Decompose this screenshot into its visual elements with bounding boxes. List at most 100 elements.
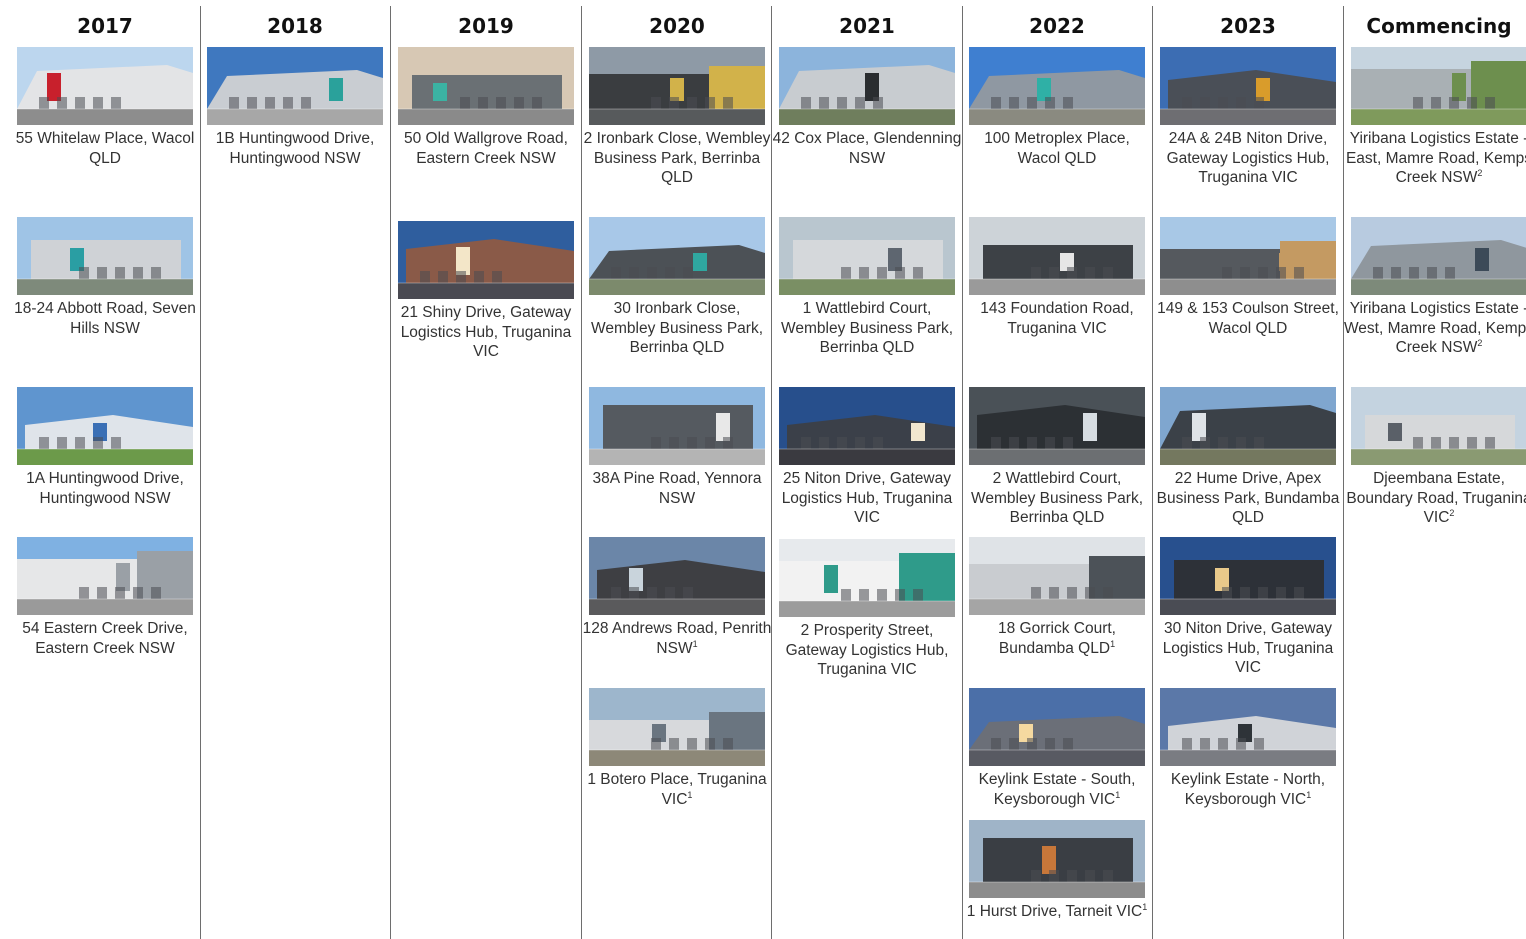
property-address: Keylink Estate - North, Keysborough VIC xyxy=(1170,771,1326,808)
property-photo xyxy=(589,387,765,465)
property-caption: Keylink Estate - South, Keysborough VIC1 xyxy=(961,770,1153,809)
property-address: 50 Old Wallgrove Road, Eastern Creek NSW xyxy=(404,130,568,167)
property-photo xyxy=(1351,217,1526,295)
property-photo xyxy=(779,539,955,617)
property-address: 1 Botero Place, Truganina VIC xyxy=(587,771,767,808)
footnote-marker: 1 xyxy=(1110,638,1116,649)
property-photo-frame xyxy=(589,688,765,766)
property-photo-frame xyxy=(779,47,955,125)
property-address: 1 Wattlebird Court, Wembley Business Par… xyxy=(781,300,953,357)
property-address: 1 Hurst Drive, Tarneit VIC xyxy=(966,903,1143,920)
footnote-marker: 1 xyxy=(1115,789,1121,800)
property-photo xyxy=(1351,47,1526,125)
property-photo xyxy=(779,217,955,295)
property-photo-frame xyxy=(1160,537,1336,615)
year-heading: 2023 xyxy=(1220,14,1276,38)
property-address: 25 Niton Drive, Gateway Logistics Hub, T… xyxy=(781,470,953,527)
year-column-2018: 2018 1B Huntingwood Drive, Huntingwood NS… xyxy=(207,0,383,939)
property-caption: Yiribana Logistics Estate - West, Mamre … xyxy=(1343,299,1526,358)
property-photo xyxy=(969,387,1145,465)
property-caption: 143 Foundation Road, Truganina VIC xyxy=(961,299,1153,338)
year-heading: 2021 xyxy=(839,14,895,38)
property-address: 143 Foundation Road, Truganina VIC xyxy=(980,300,1134,337)
property-photo xyxy=(1160,537,1336,615)
property-caption: 55 Whitelaw Place, Wacol QLD xyxy=(9,129,201,168)
property-photo xyxy=(398,221,574,299)
property-caption: 30 Ironbark Close, Wembley Business Park… xyxy=(581,299,773,358)
property-caption: 18-24 Abbott Road, Seven Hills NSW xyxy=(9,299,201,338)
property-photo xyxy=(969,217,1145,295)
property-address: Djeembana Estate, Boundary Road, Trugani… xyxy=(1346,470,1526,527)
property-address: 128 Andrews Road, Penrith NSW xyxy=(582,620,772,657)
property-photo-frame xyxy=(779,217,955,295)
property-photo-frame xyxy=(398,47,574,125)
property-caption: 100 Metroplex Place, Wacol QLD xyxy=(961,129,1153,168)
development-timeline: 2017 55 Whitelaw Place, Wacol QLD 18-24 Ab… xyxy=(0,0,1526,939)
property-photo-frame xyxy=(17,537,193,615)
property-photo xyxy=(1160,387,1336,465)
property-caption: 24A & 24B Niton Drive, Gateway Logistics… xyxy=(1152,129,1344,188)
property-photo xyxy=(17,387,193,465)
property-photo xyxy=(1160,47,1336,125)
property-photo-frame xyxy=(969,387,1145,465)
property-photo-frame xyxy=(1160,47,1336,125)
property-photo-frame xyxy=(1160,217,1336,295)
property-caption: 1A Huntingwood Drive, Huntingwood NSW xyxy=(9,469,201,508)
property-address: 22 Hume Drive, Apex Business Park, Bunda… xyxy=(1156,470,1340,527)
property-caption: 54 Eastern Creek Drive, Eastern Creek NS… xyxy=(9,619,201,658)
property-address: Yiribana Logistics Estate - West, Mamre … xyxy=(1343,300,1526,357)
property-caption: 38A Pine Road, Yennora NSW xyxy=(581,469,773,508)
property-photo xyxy=(589,688,765,766)
property-photo xyxy=(969,688,1145,766)
property-caption: 149 & 153 Coulson Street, Wacol QLD xyxy=(1152,299,1344,338)
footnote-marker: 1 xyxy=(687,789,693,800)
property-photo-frame xyxy=(398,221,574,299)
property-address: 1B Huntingwood Drive, Huntingwood NSW xyxy=(215,130,375,167)
year-heading: 2022 xyxy=(1029,14,1085,38)
property-address: 30 Niton Drive, Gateway Logistics Hub, T… xyxy=(1162,620,1334,677)
property-caption: 1 Wattlebird Court, Wembley Business Par… xyxy=(771,299,963,358)
property-caption: 2 Wattlebird Court, Wembley Business Par… xyxy=(961,469,1153,528)
year-heading: Commencing xyxy=(1366,14,1512,38)
year-heading: 2018 xyxy=(267,14,323,38)
property-photo xyxy=(779,387,955,465)
property-caption: 22 Hume Drive, Apex Business Park, Bunda… xyxy=(1152,469,1344,528)
property-photo-frame xyxy=(1351,387,1526,465)
year-column-commencing: Commencing Yiribana Logistics Estate - Ea… xyxy=(1344,0,1526,939)
property-photo-frame xyxy=(589,387,765,465)
property-photo-frame xyxy=(589,537,765,615)
property-caption: 21 Shiny Drive, Gateway Logistics Hub, T… xyxy=(390,303,582,362)
footnote-marker: 1 xyxy=(692,638,698,649)
property-photo-frame xyxy=(779,539,955,617)
year-heading: 2017 xyxy=(77,14,133,38)
property-address: 18-24 Abbott Road, Seven Hills NSW xyxy=(14,300,196,337)
footnote-marker: 1 xyxy=(1306,789,1312,800)
footnote-marker: 2 xyxy=(1477,168,1483,179)
property-address: 18 Gorrick Court, Bundamba QLD xyxy=(997,620,1116,657)
property-photo-frame xyxy=(969,47,1145,125)
property-caption: 128 Andrews Road, Penrith NSW1 xyxy=(581,619,773,658)
property-photo xyxy=(398,47,574,125)
property-caption: 42 Cox Place, Glendenning NSW xyxy=(771,129,963,168)
property-photo xyxy=(17,537,193,615)
property-photo xyxy=(1160,688,1336,766)
property-photo xyxy=(207,47,383,125)
property-photo-frame xyxy=(207,47,383,125)
property-photo-frame xyxy=(1351,47,1526,125)
property-caption: 1 Hurst Drive, Tarneit VIC1 xyxy=(961,902,1153,922)
year-column-2021: 2021 42 Cox Place, Glendenning NSW 1 Wattl… xyxy=(773,0,962,939)
property-photo-frame xyxy=(969,537,1145,615)
property-address: 21 Shiny Drive, Gateway Logistics Hub, T… xyxy=(400,304,572,361)
property-address: Keylink Estate - South, Keysborough VIC xyxy=(978,771,1136,808)
property-photo xyxy=(589,47,765,125)
property-address: 100 Metroplex Place, Wacol QLD xyxy=(984,130,1130,167)
year-column-2023: 2023 24A & 24B Niton Drive, Gateway Logis… xyxy=(1157,0,1340,939)
property-photo xyxy=(17,217,193,295)
property-address: Yiribana Logistics Estate - East, Mamre … xyxy=(1345,130,1526,187)
property-photo xyxy=(969,47,1145,125)
property-photo xyxy=(969,820,1145,898)
property-address: 1A Huntingwood Drive, Huntingwood NSW xyxy=(26,470,184,507)
property-caption: Keylink Estate - North, Keysborough VIC1 xyxy=(1152,770,1344,809)
property-photo-frame xyxy=(779,387,955,465)
property-caption: 2 Ironbark Close, Wembley Business Park,… xyxy=(581,129,773,188)
